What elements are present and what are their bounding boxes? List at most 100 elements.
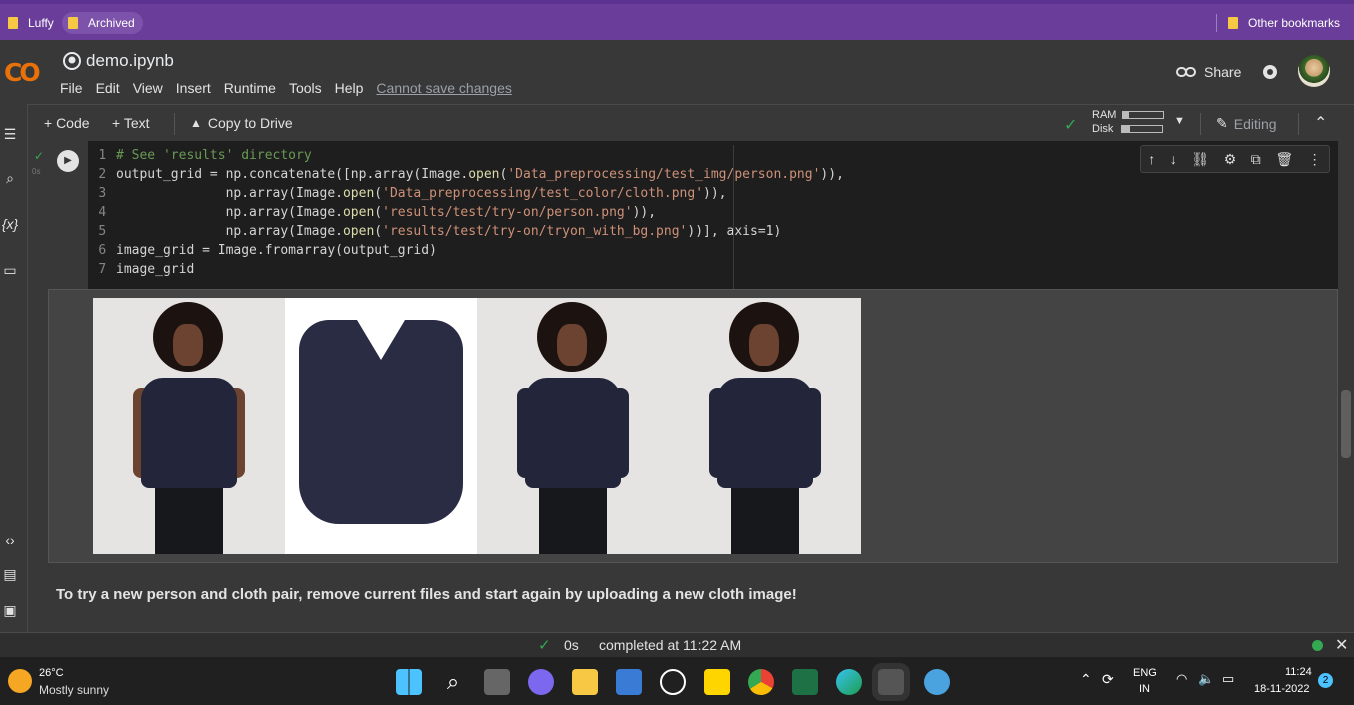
pencil-icon: ✎	[1216, 115, 1228, 131]
code-token: output_grid = np.concatenate([np.array(I…	[116, 167, 469, 182]
menu-tools[interactable]: Tools	[289, 80, 322, 96]
pants	[155, 488, 223, 554]
chrome-icon[interactable]	[748, 669, 774, 695]
pants	[539, 488, 607, 554]
edge-icon[interactable]	[836, 669, 862, 695]
weather-sun-icon[interactable]	[8, 669, 32, 693]
editing-mode-button[interactable]: ✎ Editing	[1216, 115, 1277, 132]
colab-header: CO demo.ipynb File Edit View Insert Runt…	[0, 40, 1354, 104]
notification-badge[interactable]: 2	[1318, 673, 1333, 688]
more-options-icon[interactable]: ⋮	[1308, 151, 1322, 168]
line-number: 3	[98, 186, 114, 201]
collapse-header-icon[interactable]: ⌃	[1314, 113, 1327, 133]
show-hidden-icons-chevron-icon[interactable]: ⌃	[1080, 671, 1092, 688]
snipping-tool-icon[interactable]	[872, 663, 910, 701]
notebook-title[interactable]: demo.ipynb	[86, 51, 174, 71]
menu-file[interactable]: File	[60, 80, 83, 96]
language-bottom[interactable]: IN	[1139, 683, 1150, 695]
paint-icon[interactable]	[924, 669, 950, 695]
code-snippets-icon[interactable]: ‹›	[0, 532, 20, 548]
windows-taskbar: 26°C Mostly sunny ⌕ ⌃ ⟳ ENG IN ◠ 🔈 ▭ 11:…	[0, 657, 1354, 705]
bookmark-archived[interactable]: Archived	[62, 12, 143, 34]
cell-output	[48, 289, 1338, 563]
add-text-button[interactable]: + Text	[112, 115, 150, 131]
battery-icon[interactable]: ▭	[1222, 671, 1234, 687]
menu-view[interactable]: View	[133, 80, 163, 96]
clock-date[interactable]: 18-11-2022	[1254, 683, 1309, 695]
bookmark-luffy[interactable]: Luffy	[2, 12, 62, 34]
resource-monitor[interactable]: RAM Disk	[1092, 109, 1165, 135]
close-status-icon[interactable]: ✕	[1335, 635, 1348, 655]
text-cell[interactable]: To try a new person and cloth pair, remo…	[56, 586, 797, 603]
user-avatar[interactable]	[1298, 55, 1330, 87]
code-line[interactable]: 6 image_grid = Image.fromarray(output_gr…	[88, 241, 1338, 260]
command-palette-icon[interactable]: ▤	[0, 566, 20, 583]
line-number: 7	[98, 262, 114, 277]
save-status-link[interactable]: Cannot save changes	[376, 80, 511, 96]
chat-icon[interactable]	[528, 669, 554, 695]
code-token: )),	[703, 186, 727, 201]
excel-icon[interactable]	[792, 669, 818, 695]
code-token: ))], axis=1)	[687, 224, 782, 239]
clock-time[interactable]: 11:24	[1285, 666, 1312, 678]
output-image-grid	[93, 298, 861, 554]
toc-icon[interactable]: ☰	[0, 126, 20, 143]
wifi-icon[interactable]: ◠	[1176, 671, 1187, 687]
code-line[interactable]: 3 np.array(Image.open('Data_preprocessin…	[88, 184, 1338, 203]
sync-icon[interactable]: ⟳	[1102, 671, 1114, 688]
disk-meter	[1121, 125, 1164, 134]
add-code-button[interactable]: + Code	[44, 115, 90, 131]
resource-dropdown-icon[interactable]: ▼	[1174, 115, 1185, 127]
sticky-notes-icon[interactable]	[704, 669, 730, 695]
shirt	[525, 378, 621, 488]
run-cell-button[interactable]: ▶	[57, 150, 79, 172]
store-icon[interactable]	[616, 669, 642, 695]
link-icon[interactable]: ⛓	[1191, 151, 1209, 168]
cell-exec-time: 0s	[32, 167, 41, 176]
move-down-icon[interactable]: ↓	[1170, 151, 1177, 167]
cell-settings-icon[interactable]: ⚙	[1224, 151, 1237, 168]
code-cell: ✓ 0s ▶ 1 # See 'results' directory 2 outp…	[28, 141, 1338, 563]
divider	[174, 113, 175, 135]
windows-start-icon[interactable]	[396, 669, 422, 695]
menu-help[interactable]: Help	[335, 80, 364, 96]
ruler-line	[733, 145, 734, 289]
connection-status-dot	[1312, 640, 1323, 651]
status-completed-text: completed at 11:22 AM	[599, 637, 742, 653]
delete-icon[interactable]: 🗑	[1275, 151, 1293, 168]
terminal-icon[interactable]: ▣	[0, 602, 20, 619]
copy-to-drive-button[interactable]: ▲ Copy to Drive	[190, 115, 293, 131]
search-icon[interactable]: ⌕	[0, 170, 20, 187]
move-up-icon[interactable]: ↑	[1148, 151, 1155, 167]
code-line[interactable]: 4 np.array(Image.open('results/test/try-…	[88, 203, 1338, 222]
folder-icon	[68, 17, 78, 29]
divider	[1298, 113, 1299, 135]
scrollbar-thumb[interactable]	[1341, 390, 1351, 458]
share-button[interactable]: Share	[1176, 64, 1241, 80]
code-line[interactable]: 5 np.array(Image.open('results/test/try-…	[88, 222, 1338, 241]
colab-logo[interactable]: CO	[4, 58, 41, 87]
code-token: 'Data_preprocessing/test_img/person.png'	[507, 167, 821, 182]
settings-gear-icon[interactable]	[1260, 62, 1280, 82]
variables-icon[interactable]: {x}	[0, 216, 20, 232]
task-view-icon[interactable]	[484, 669, 510, 695]
run-success-check-icon: ✓	[34, 149, 45, 163]
dell-icon[interactable]	[660, 669, 686, 695]
mirror-cell-icon[interactable]: ⧉	[1251, 151, 1261, 168]
menu-edit[interactable]: Edit	[96, 80, 120, 96]
github-icon	[63, 52, 81, 70]
menu-runtime[interactable]: Runtime	[224, 80, 276, 96]
person-image	[93, 298, 285, 554]
volume-icon[interactable]: 🔈	[1198, 671, 1214, 687]
code-line[interactable]: 7 image_grid	[88, 260, 1338, 279]
face	[173, 324, 203, 366]
other-bookmarks[interactable]: Other bookmarks	[1222, 12, 1348, 34]
share-label: Share	[1204, 64, 1242, 80]
language-top[interactable]: ENG	[1133, 667, 1157, 679]
menu-insert[interactable]: Insert	[176, 80, 211, 96]
files-folder-icon[interactable]: ▭	[0, 262, 20, 279]
file-explorer-icon[interactable]	[572, 669, 598, 695]
connected-check-icon: ✓	[1064, 117, 1078, 134]
search-icon[interactable]: ⌕	[440, 669, 466, 695]
code-token: open	[342, 205, 375, 220]
